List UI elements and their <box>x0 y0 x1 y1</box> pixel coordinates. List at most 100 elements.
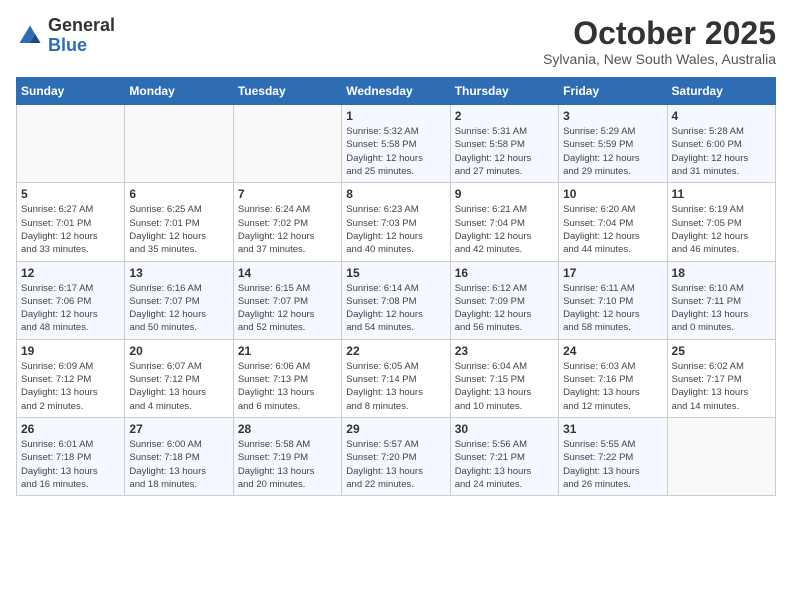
week-row-3: 12Sunrise: 6:17 AMSunset: 7:06 PMDayligh… <box>17 261 776 339</box>
day-number: 17 <box>563 266 662 280</box>
day-info: Sunrise: 6:19 AMSunset: 7:05 PMDaylight:… <box>672 203 771 256</box>
day-cell: 28Sunrise: 5:58 AMSunset: 7:19 PMDayligh… <box>233 417 341 495</box>
day-cell: 26 Sunrise: 6:01 AMSunset: 7:18 PMDayligh… <box>17 417 125 495</box>
day-info: Sunrise: 6:21 AMSunset: 7:04 PMDaylight:… <box>455 203 554 256</box>
day-cell: 12Sunrise: 6:17 AMSunset: 7:06 PMDayligh… <box>17 261 125 339</box>
weekday-header-wednesday: Wednesday <box>342 78 450 105</box>
day-info: Sunrise: 6:24 AMSunset: 7:02 PMDaylight:… <box>238 203 337 256</box>
day-cell <box>233 105 341 183</box>
day-cell: 23Sunrise: 6:04 AMSunset: 7:15 PMDayligh… <box>450 339 558 417</box>
day-cell: 16 Sunrise: 6:12 AMSunset: 7:09 PMDayligh… <box>450 261 558 339</box>
day-number: 26 <box>21 422 120 436</box>
header: General Blue October 2025 Sylvania, New … <box>16 16 776 67</box>
day-number: 28 <box>238 422 337 436</box>
day-cell <box>667 417 775 495</box>
day-number: 10 <box>563 187 662 201</box>
title-area: October 2025 Sylvania, New South Wales, … <box>543 16 776 67</box>
day-number: 22 <box>346 344 445 358</box>
day-cell: 5Sunrise: 6:27 AMSunset: 7:01 PMDaylight… <box>17 183 125 261</box>
day-cell: 30 Sunrise: 5:56 AMSunset: 7:21 PMDayligh… <box>450 417 558 495</box>
day-number: 19 <box>21 344 120 358</box>
day-cell <box>125 105 233 183</box>
day-cell: 20Sunrise: 6:07 AMSunset: 7:12 PMDayligh… <box>125 339 233 417</box>
day-info: Sunrise: 6:00 AMSunset: 7:18 PMDaylight:… <box>129 438 228 491</box>
day-number: 7 <box>238 187 337 201</box>
day-cell: 24Sunrise: 6:03 AMSunset: 7:16 PMDayligh… <box>559 339 667 417</box>
day-cell: 6 Sunrise: 6:25 AMSunset: 7:01 PMDaylight… <box>125 183 233 261</box>
weekday-header-saturday: Saturday <box>667 78 775 105</box>
day-cell: 13Sunrise: 6:16 AMSunset: 7:07 PMDayligh… <box>125 261 233 339</box>
day-cell: 11 Sunrise: 6:19 AMSunset: 7:05 PMDayligh… <box>667 183 775 261</box>
calendar-header: SundayMondayTuesdayWednesdayThursdayFrid… <box>17 78 776 105</box>
day-info: Sunrise: 6:02 AMSunset: 7:17 PMDaylight:… <box>672 360 771 413</box>
day-cell <box>17 105 125 183</box>
day-cell: 21Sunrise: 6:06 AMSunset: 7:13 PMDayligh… <box>233 339 341 417</box>
day-number: 25 <box>672 344 771 358</box>
day-cell: 27 Sunrise: 6:00 AMSunset: 7:18 PMDayligh… <box>125 417 233 495</box>
day-info: Sunrise: 5:56 AMSunset: 7:21 PMDaylight:… <box>455 438 554 491</box>
day-cell: 2Sunrise: 5:31 AMSunset: 5:58 PMDaylight… <box>450 105 558 183</box>
day-info: Sunrise: 6:11 AMSunset: 7:10 PMDaylight:… <box>563 282 662 335</box>
day-number: 1 <box>346 109 445 123</box>
day-number: 3 <box>563 109 662 123</box>
calendar-body: 1Sunrise: 5:32 AMSunset: 5:58 PMDaylight… <box>17 105 776 496</box>
day-cell: 3 Sunrise: 5:29 AMSunset: 5:59 PMDaylight… <box>559 105 667 183</box>
day-number: 8 <box>346 187 445 201</box>
day-cell: 15Sunrise: 6:14 AMSunset: 7:08 PMDayligh… <box>342 261 450 339</box>
day-cell: 22Sunrise: 6:05 AMSunset: 7:14 PMDayligh… <box>342 339 450 417</box>
weekday-row: SundayMondayTuesdayWednesdayThursdayFrid… <box>17 78 776 105</box>
day-info: Sunrise: 6:10 AMSunset: 7:11 PMDaylight:… <box>672 282 771 335</box>
day-cell: 17 Sunrise: 6:11 AMSunset: 7:10 PMDayligh… <box>559 261 667 339</box>
day-info: Sunrise: 6:17 AMSunset: 7:06 PMDaylight:… <box>21 282 120 335</box>
day-number: 21 <box>238 344 337 358</box>
day-info: Sunrise: 6:25 AMSunset: 7:01 PMDaylight:… <box>129 203 228 256</box>
week-row-4: 19 Sunrise: 6:09 AMSunset: 7:12 PMDayligh… <box>17 339 776 417</box>
day-number: 13 <box>129 266 228 280</box>
month-title: October 2025 <box>543 16 776 51</box>
day-number: 9 <box>455 187 554 201</box>
logo-general: General <box>48 15 115 35</box>
day-info: Sunrise: 6:15 AMSunset: 7:07 PMDaylight:… <box>238 282 337 335</box>
day-number: 15 <box>346 266 445 280</box>
day-number: 30 <box>455 422 554 436</box>
day-cell: 10Sunrise: 6:20 AMSunset: 7:04 PMDayligh… <box>559 183 667 261</box>
weekday-header-tuesday: Tuesday <box>233 78 341 105</box>
weekday-header-sunday: Sunday <box>17 78 125 105</box>
day-info: Sunrise: 5:55 AMSunset: 7:22 PMDaylight:… <box>563 438 662 491</box>
day-info: Sunrise: 5:57 AMSunset: 7:20 PMDaylight:… <box>346 438 445 491</box>
week-row-1: 1Sunrise: 5:32 AMSunset: 5:58 PMDaylight… <box>17 105 776 183</box>
weekday-header-thursday: Thursday <box>450 78 558 105</box>
day-number: 23 <box>455 344 554 358</box>
day-info: Sunrise: 5:29 AMSunset: 5:59 PMDaylight:… <box>563 125 662 178</box>
day-cell: 19 Sunrise: 6:09 AMSunset: 7:12 PMDayligh… <box>17 339 125 417</box>
logo-text: General Blue <box>48 16 115 56</box>
day-info: Sunrise: 6:09 AMSunset: 7:12 PMDaylight:… <box>21 360 120 413</box>
weekday-header-monday: Monday <box>125 78 233 105</box>
day-cell: 9 Sunrise: 6:21 AMSunset: 7:04 PMDaylight… <box>450 183 558 261</box>
calendar: SundayMondayTuesdayWednesdayThursdayFrid… <box>16 77 776 496</box>
day-number: 4 <box>672 109 771 123</box>
day-number: 20 <box>129 344 228 358</box>
day-info: Sunrise: 6:03 AMSunset: 7:16 PMDaylight:… <box>563 360 662 413</box>
logo: General Blue <box>16 16 115 56</box>
day-cell: 18 Sunrise: 6:10 AMSunset: 7:11 PMDayligh… <box>667 261 775 339</box>
day-cell: 8 Sunrise: 6:23 AMSunset: 7:03 PMDaylight… <box>342 183 450 261</box>
day-number: 31 <box>563 422 662 436</box>
day-info: Sunrise: 6:27 AMSunset: 7:01 PMDaylight:… <box>21 203 120 256</box>
day-number: 11 <box>672 187 771 201</box>
day-cell: 1Sunrise: 5:32 AMSunset: 5:58 PMDaylight… <box>342 105 450 183</box>
day-number: 18 <box>672 266 771 280</box>
day-number: 29 <box>346 422 445 436</box>
week-row-2: 5Sunrise: 6:27 AMSunset: 7:01 PMDaylight… <box>17 183 776 261</box>
location: Sylvania, New South Wales, Australia <box>543 51 776 67</box>
day-number: 27 <box>129 422 228 436</box>
day-info: Sunrise: 6:12 AMSunset: 7:09 PMDaylight:… <box>455 282 554 335</box>
day-info: Sunrise: 6:23 AMSunset: 7:03 PMDaylight:… <box>346 203 445 256</box>
day-info: Sunrise: 6:01 AMSunset: 7:18 PMDaylight:… <box>21 438 120 491</box>
logo-icon <box>16 22 44 50</box>
day-number: 6 <box>129 187 228 201</box>
day-info: Sunrise: 5:31 AMSunset: 5:58 PMDaylight:… <box>455 125 554 178</box>
day-cell: 29 Sunrise: 5:57 AMSunset: 7:20 PMDayligh… <box>342 417 450 495</box>
day-number: 16 <box>455 266 554 280</box>
week-row-5: 26 Sunrise: 6:01 AMSunset: 7:18 PMDayligh… <box>17 417 776 495</box>
